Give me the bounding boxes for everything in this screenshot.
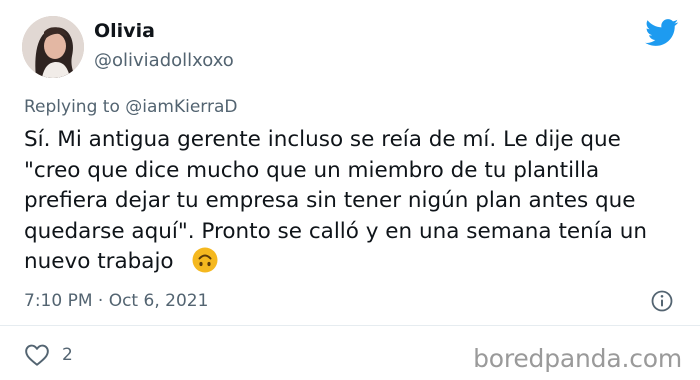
reply-context[interactable]: Replying to @iamKierraD <box>24 95 237 119</box>
tweet-body: Sí. Mi antigua gerente incluso se reía d… <box>24 125 674 278</box>
author-display-name[interactable]: Olivia <box>94 19 155 43</box>
heart-icon[interactable] <box>24 343 50 367</box>
info-icon[interactable] <box>650 289 674 313</box>
tweet-text: Sí. Mi antigua gerente incluso se reía d… <box>24 127 647 275</box>
tweet-timestamp[interactable]: 7:10 PM · Oct 6, 2021 <box>24 289 208 313</box>
divider <box>0 325 700 326</box>
avatar[interactable] <box>22 16 84 78</box>
like-count: 2 <box>62 345 73 365</box>
watermark: boredpanda.com <box>473 344 682 373</box>
avatar-image <box>22 16 84 78</box>
author-handle[interactable]: @oliviadollxoxo <box>94 49 234 73</box>
twitter-bird-icon[interactable] <box>645 19 679 47</box>
upside-down-face-icon <box>192 247 218 273</box>
tweet-card: Olivia @oliviadollxoxo Replying to @iamK… <box>0 0 700 380</box>
